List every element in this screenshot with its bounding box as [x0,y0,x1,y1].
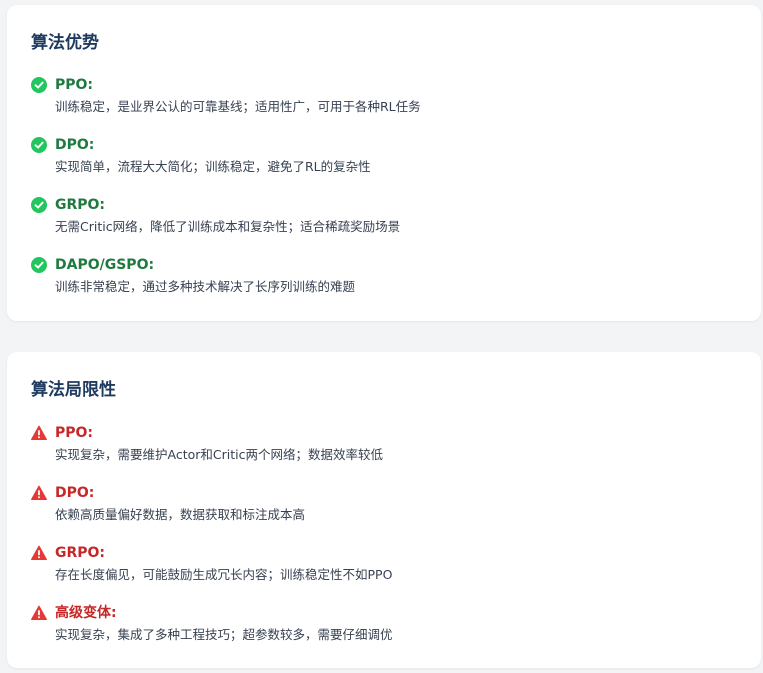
limitation-item-ppo: PPO: 实现复杂，需要维护Actor和Critic两个网络；数据效率较低 [31,423,737,464]
limitation-item-grpo: GRPO: 存在长度偏见，可能鼓励生成冗长内容；训练稳定性不如PPO [31,543,737,584]
limitation-name: 高级变体: [55,605,117,621]
warning-triangle-icon [31,425,47,441]
limitation-desc: 存在长度偏见，可能鼓励生成冗长内容；训练稳定性不如PPO [55,567,393,582]
limitation-item-advanced-variants: 高级变体: 实现复杂，集成了多种工程技巧；超参数较多，需要仔细调优 [31,603,737,644]
advantage-desc: 无需Critic网络，降低了训练成本和复杂性；适合稀疏奖励场景 [55,219,401,234]
check-circle-icon [31,77,47,93]
limitation-item-dpo: DPO: 依赖高质量偏好数据，数据获取和标注成本高 [31,483,737,524]
advantage-name: GRPO: [55,197,106,213]
limitation-name: DPO: [55,485,95,501]
limitations-title: 算法局限性 [31,380,116,400]
limitations-card: 算法局限性 PPO: 实现复杂，需要维护Actor和Critic两个网络；数据效… [7,352,761,668]
warning-triangle-icon [31,485,47,501]
advantage-desc: 训练非常稳定，通过多种技术解决了长序列训练的难题 [55,279,356,294]
warning-triangle-icon [31,545,47,561]
advantage-name: DPO: [55,137,95,153]
warning-triangle-icon [31,605,47,621]
advantage-desc: 实现简单，流程大大简化；训练稳定，避免了RL的复杂性 [55,159,371,174]
limitation-desc: 实现复杂，集成了多种工程技巧；超参数较多，需要仔细调优 [55,627,393,642]
limitation-desc: 实现复杂，需要维护Actor和Critic两个网络；数据效率较低 [55,447,383,462]
limitation-desc: 依赖高质量偏好数据，数据获取和标注成本高 [55,507,306,522]
advantages-title: 算法优势 [31,33,99,53]
advantages-card: 算法优势 PPO: 训练稳定，是业界公认的可靠基线；适用性广，可用于各种RL任务… [7,5,761,321]
check-circle-icon [31,137,47,153]
advantage-item-dpo: DPO: 实现简单，流程大大简化；训练稳定，避免了RL的复杂性 [31,135,737,176]
check-circle-icon [31,257,47,273]
check-circle-icon [31,197,47,213]
advantage-name: PPO: [55,77,94,93]
limitation-name: GRPO: [55,545,106,561]
advantage-item-grpo: GRPO: 无需Critic网络，降低了训练成本和复杂性；适合稀疏奖励场景 [31,195,737,236]
limitation-name: PPO: [55,425,94,441]
advantage-item-ppo: PPO: 训练稳定，是业界公认的可靠基线；适用性广，可用于各种RL任务 [31,75,737,116]
advantage-name: DAPO/GSPO: [55,257,155,273]
advantage-desc: 训练稳定，是业界公认的可靠基线；适用性广，可用于各种RL任务 [55,99,421,114]
advantage-item-dapo-gspo: DAPO/GSPO: 训练非常稳定，通过多种技术解决了长序列训练的难题 [31,255,737,296]
